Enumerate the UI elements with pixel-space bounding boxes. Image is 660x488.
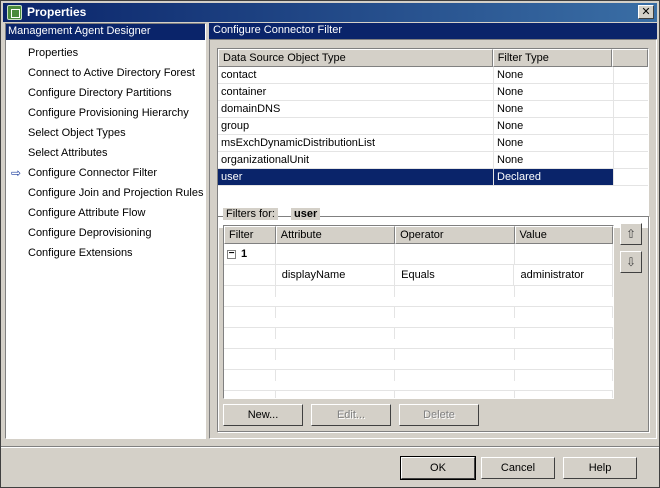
column-header-filter[interactable]: Filter [224,226,276,244]
object-type-cell: organizationalUnit [218,152,494,168]
object-type-cell: msExchDynamicDistributionList [218,135,494,151]
grid-header: Data Source Object Type Filter Type [218,49,648,67]
table-row[interactable]: domainDNS None [218,101,648,118]
empty-row [224,391,613,398]
filters-group: Filters for: user Filter Attribute Opera… [217,208,649,432]
condition-attribute: displayName [276,265,396,285]
empty-row [224,328,613,349]
current-step-arrow-icon: ⇨ [11,166,22,180]
filter-type-cell: None [494,101,614,117]
nav-item-label: Configure Directory Partitions [28,87,172,99]
empty-row [224,370,613,391]
empty-cell [395,244,515,264]
nav-item-label: Configure Deprovisioning [28,227,152,239]
nav-list: Properties Connect to Active Directory F… [6,40,205,263]
object-type-grid[interactable]: Data Source Object Type Filter Type cont… [217,48,649,228]
nav-item-properties[interactable]: Properties [6,43,205,63]
empty-row [224,286,613,307]
grid-header: Filter Attribute Operator Value [224,226,613,244]
filter-type-cell: None [494,135,614,151]
footer-separator [1,446,659,448]
arrow-up-icon: ⇧ [625,227,637,241]
object-type-cell: contact [218,67,494,83]
nav-item-join-projection[interactable]: Configure Join and Projection Rules [6,183,205,203]
title-bar: Properties ✕ [3,3,657,22]
nav-panel-header: Management Agent Designer [6,24,205,40]
move-down-button[interactable]: ⇩ [620,251,642,273]
empty-row [224,307,613,328]
empty-cell [515,244,613,264]
nav-item-extensions[interactable]: Configure Extensions [6,243,205,263]
close-button[interactable]: ✕ [638,5,654,19]
edit-filter-button[interactable]: Edit... [311,404,391,426]
move-up-button[interactable]: ⇧ [620,223,642,245]
nav-item-label: Properties [28,47,79,59]
filters-for-object: user [291,208,321,220]
filter-condition-row[interactable]: displayName Equals administrator [224,265,613,286]
nav-item-deprovisioning[interactable]: Configure Deprovisioning [6,223,205,243]
filter-conditions-grid[interactable]: Filter Attribute Operator Value −1 displ… [223,225,614,399]
nav-item-label: Configure Extensions [28,247,133,259]
object-type-cell: domainDNS [218,101,494,117]
column-header-filter-type[interactable]: Filter Type [492,49,613,67]
condition-operator: Equals [395,265,515,285]
nav-item-attributes[interactable]: Select Attributes [6,143,205,163]
nav-item-label: Configure Provisioning Hierarchy [28,107,189,119]
designer-nav-panel: Management Agent Designer Properties Con… [5,23,206,439]
nav-item-directory-partitions[interactable]: Configure Directory Partitions [6,83,205,103]
properties-dialog: Properties ✕ Management Agent Designer P… [0,0,660,488]
filter-type-cell: None [494,67,614,83]
nav-item-attribute-flow[interactable]: Configure Attribute Flow [6,203,205,223]
filters-for-label: Filters for: [223,208,278,220]
nav-item-label: Connect to Active Directory Forest [28,67,195,79]
nav-item-label: Configure Attribute Flow [28,207,146,219]
filter-type-cell: Declared [494,169,614,185]
nav-item-label: Configure Connector Filter [28,167,158,179]
filter-group-id: 1 [241,248,248,260]
table-row[interactable]: organizationalUnit None [218,152,648,169]
table-row[interactable]: contact None [218,67,648,84]
nav-item-label: Configure Join and Projection Rules [28,187,204,199]
column-header-operator[interactable]: Operator [395,226,515,244]
collapse-icon[interactable]: − [227,248,236,259]
new-filter-button[interactable]: New... [223,404,303,426]
connector-filter-page: Data Source Object Type Filter Type cont… [209,39,657,439]
help-button[interactable]: Help [563,457,637,479]
column-header-spacer [612,49,648,67]
table-row[interactable]: msExchDynamicDistributionList None [218,135,648,152]
empty-cell [224,265,276,285]
cancel-button[interactable]: Cancel [481,457,555,479]
page-title: Configure Connector Filter [209,23,657,39]
object-type-cell: user [218,169,494,185]
nav-item-connect-ad-forest[interactable]: Connect to Active Directory Forest [6,63,205,83]
filter-group-cell: −1 [224,244,276,264]
table-row-selected[interactable]: user Declared [218,169,648,186]
empty-cell [276,244,396,264]
column-header-value[interactable]: Value [514,226,613,244]
arrow-down-icon: ⇩ [625,255,637,269]
object-type-cell: container [218,84,494,100]
filter-type-cell: None [494,118,614,134]
table-row[interactable]: group None [218,118,648,135]
nav-item-object-types[interactable]: Select Object Types [6,123,205,143]
nav-item-connector-filter[interactable]: ⇨ Configure Connector Filter [6,163,205,183]
filter-type-cell: None [494,152,614,168]
column-header-object-type[interactable]: Data Source Object Type [218,49,493,67]
column-header-attribute[interactable]: Attribute [275,226,396,244]
filter-type-cell: None [494,84,614,100]
object-type-cell: group [218,118,494,134]
ok-button[interactable]: OK [400,456,476,480]
nav-item-provisioning-hierarchy[interactable]: Configure Provisioning Hierarchy [6,103,205,123]
delete-filter-button[interactable]: Delete [399,404,479,426]
condition-value: administrator [514,265,613,285]
nav-item-label: Select Attributes [28,147,108,159]
window-title: Properties [27,5,87,19]
table-row[interactable]: container None [218,84,648,101]
app-icon [7,5,22,20]
empty-row [224,349,613,370]
filter-group-row[interactable]: −1 [224,244,613,265]
nav-item-label: Select Object Types [28,127,126,139]
